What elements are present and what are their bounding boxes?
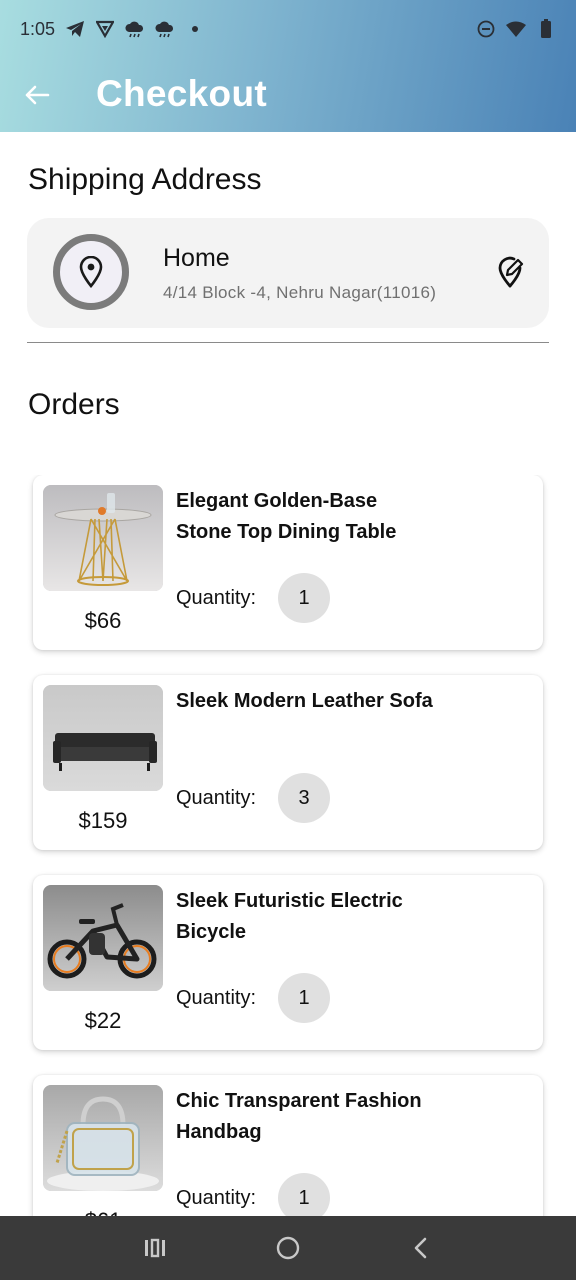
status-bar: 1:05	[0, 0, 576, 58]
order-card[interactable]: $66 Elegant Golden-Base Stone Top Dining…	[33, 475, 543, 650]
quantity-label: Quantity:	[176, 1187, 257, 1209]
order-price: $61	[43, 1208, 163, 1216]
quantity-badge[interactable]: 1	[278, 573, 330, 623]
leather-sofa-image	[43, 685, 163, 791]
weather-cloud-icon	[155, 19, 175, 39]
orders-heading: Orders	[28, 388, 120, 421]
product-name: Chic Transparent Fashion Handbag	[176, 1090, 422, 1143]
quantity-badge[interactable]: 1	[278, 1173, 330, 1216]
wifi-icon	[506, 19, 526, 39]
telegram-icon	[65, 19, 85, 39]
dining-table-image	[43, 485, 163, 591]
orders-list[interactable]: $66 Elegant Golden-Base Stone Top Dining…	[0, 475, 576, 1216]
order-card[interactable]: $61 Chic Transparent Fashion Handbag Qua…	[33, 1075, 543, 1216]
recent-apps-icon[interactable]	[139, 1232, 171, 1264]
shipping-address-heading: Shipping Address	[28, 163, 262, 196]
page-title: Checkout	[96, 73, 267, 114]
address-card[interactable]: Home 4/14 Block -4, Nehru Nagar(11016)	[27, 218, 549, 328]
quantity-label: Quantity:	[176, 987, 257, 1009]
vpn-shield-icon	[95, 19, 115, 39]
product-name: Sleek Futuristic Electric Bicycle	[176, 890, 403, 943]
do-not-disturb-icon	[476, 19, 496, 39]
quantity-badge[interactable]: 3	[278, 773, 330, 823]
divider	[27, 342, 549, 343]
address-name: Home	[163, 244, 230, 272]
address-line: 4/14 Block -4, Nehru Nagar(11016)	[163, 283, 437, 302]
location-pin-icon	[53, 234, 129, 310]
back-icon[interactable]	[405, 1232, 437, 1264]
order-card[interactable]: $159 Sleek Modern Leather Sofa Quantity:…	[33, 675, 543, 850]
order-price: $159	[78, 808, 128, 833]
weather-cloud-icon	[125, 19, 145, 39]
edit-location-icon[interactable]	[495, 254, 527, 290]
quantity-label: Quantity:	[176, 587, 257, 609]
status-time: 1:05	[20, 18, 56, 39]
battery-icon	[536, 19, 556, 39]
home-icon[interactable]	[272, 1232, 304, 1264]
electric-bicycle-image	[43, 885, 163, 991]
handbag-image	[43, 1085, 163, 1191]
order-card[interactable]: $22 Sleek Futuristic Electric Bicycle Qu…	[33, 875, 543, 1050]
order-price: $66	[84, 608, 122, 633]
product-name: Elegant Golden-Base Stone Top Dining Tab…	[176, 490, 397, 543]
system-navigation-bar	[0, 1216, 576, 1280]
header: 1:05 Checkout	[0, 0, 576, 132]
product-name: Sleek Modern Leather Sofa	[176, 690, 433, 712]
dot-icon	[185, 19, 205, 39]
order-price: $22	[84, 1008, 122, 1033]
quantity-badge[interactable]: 1	[278, 973, 330, 1023]
quantity-label: Quantity:	[176, 787, 257, 809]
app-bar: Checkout	[0, 58, 576, 132]
arrow-left-icon[interactable]	[22, 80, 52, 110]
